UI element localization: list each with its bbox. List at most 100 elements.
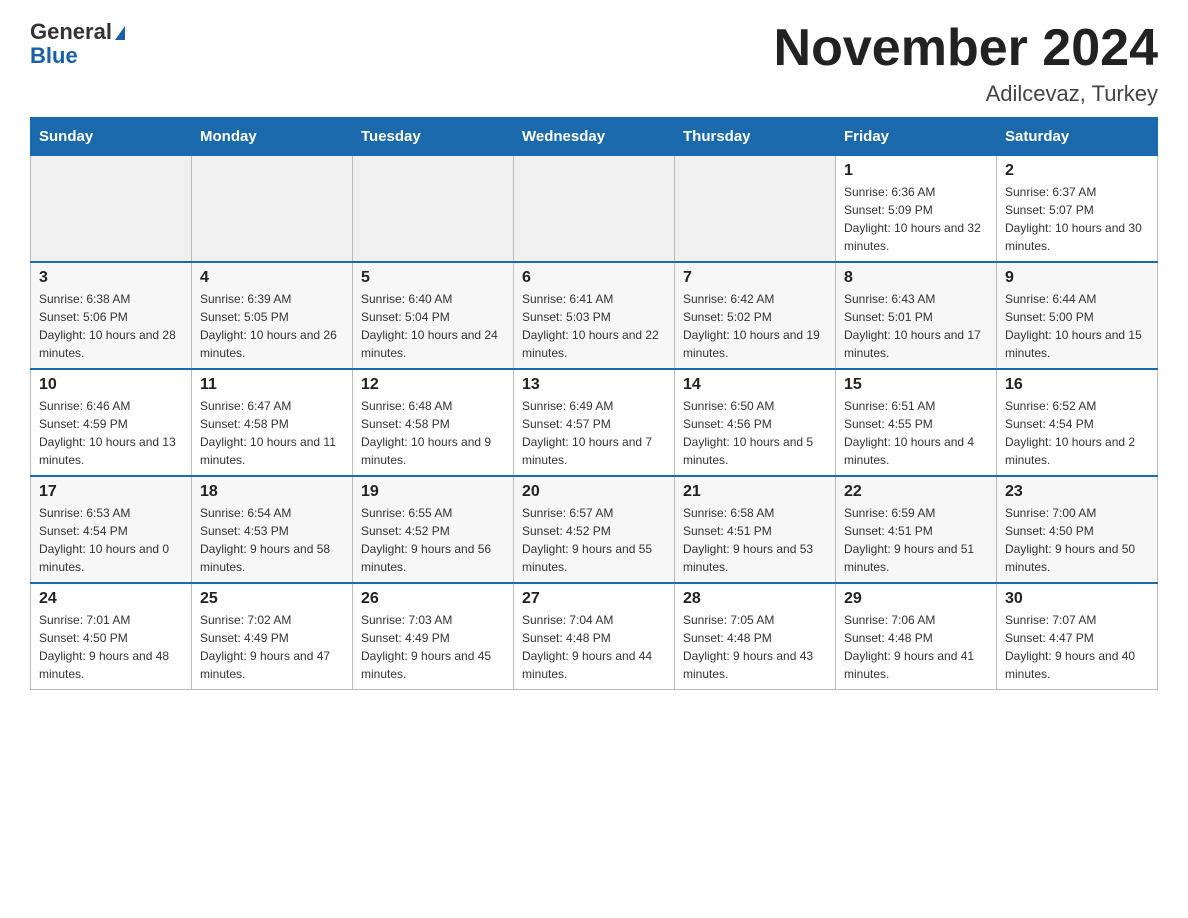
calendar-cell: 24 Sunrise: 7:01 AMSunset: 4:50 PMDayligh… — [31, 583, 192, 690]
day-info: Sunrise: 7:03 AMSunset: 4:49 PMDaylight:… — [361, 611, 505, 683]
page-header: General Blue November 2024 Adilcevaz, Tu… — [30, 20, 1158, 107]
day-info: Sunrise: 6:46 AMSunset: 4:59 PMDaylight:… — [39, 397, 183, 469]
day-info: Sunrise: 6:41 AMSunset: 5:03 PMDaylight:… — [522, 290, 666, 362]
calendar-cell: 6 Sunrise: 6:41 AMSunset: 5:03 PMDaylight… — [514, 262, 675, 369]
weekday-header-saturday: Saturday — [997, 118, 1158, 156]
calendar-cell: 27 Sunrise: 7:04 AMSunset: 4:48 PMDayligh… — [514, 583, 675, 690]
calendar-cell: 2Sunrise: 6:37 AMSunset: 5:07 PMDaylight… — [997, 156, 1158, 263]
day-info: Sunrise: 6:57 AMSunset: 4:52 PMDaylight:… — [522, 504, 666, 576]
logo-general-text: General — [30, 19, 112, 44]
calendar-cell — [353, 156, 514, 263]
calendar-cell: 16 Sunrise: 6:52 AMSunset: 4:54 PMDayligh… — [997, 369, 1158, 476]
calendar-cell: 20 Sunrise: 6:57 AMSunset: 4:52 PMDayligh… — [514, 476, 675, 583]
day-info: Sunrise: 6:59 AMSunset: 4:51 PMDaylight:… — [844, 504, 988, 576]
calendar-header-row: SundayMondayTuesdayWednesdayThursdayFrid… — [31, 118, 1158, 156]
calendar-week-row: 17 Sunrise: 6:53 AMSunset: 4:54 PMDayligh… — [31, 476, 1158, 583]
day-number: 9 — [1005, 269, 1149, 287]
calendar-cell: 7Sunrise: 6:42 AMSunset: 5:02 PMDaylight… — [675, 262, 836, 369]
day-number: 7 — [683, 269, 827, 287]
calendar-cell: 18 Sunrise: 6:54 AMSunset: 4:53 PMDayligh… — [192, 476, 353, 583]
location: Adilcevaz, Turkey — [774, 81, 1158, 107]
logo-blue-text: Blue — [30, 44, 125, 68]
day-info: Sunrise: 6:58 AMSunset: 4:51 PMDaylight:… — [683, 504, 827, 576]
calendar-cell: 21Sunrise: 6:58 AMSunset: 4:51 PMDayligh… — [675, 476, 836, 583]
month-title: November 2024 — [774, 20, 1158, 77]
day-info: Sunrise: 7:01 AMSunset: 4:50 PMDaylight:… — [39, 611, 183, 683]
calendar-cell: 8Sunrise: 6:43 AMSunset: 5:01 PMDaylight… — [836, 262, 997, 369]
calendar-cell — [31, 156, 192, 263]
day-info: Sunrise: 6:53 AMSunset: 4:54 PMDaylight:… — [39, 504, 183, 576]
calendar-cell: 4 Sunrise: 6:39 AMSunset: 5:05 PMDaylight… — [192, 262, 353, 369]
day-number: 24 — [39, 590, 183, 608]
day-info: Sunrise: 6:54 AMSunset: 4:53 PMDaylight:… — [200, 504, 344, 576]
day-number: 22 — [844, 483, 988, 501]
day-info: Sunrise: 6:48 AMSunset: 4:58 PMDaylight:… — [361, 397, 505, 469]
calendar-cell: 28Sunrise: 7:05 AMSunset: 4:48 PMDayligh… — [675, 583, 836, 690]
day-number: 23 — [1005, 483, 1149, 501]
day-number: 17 — [39, 483, 183, 501]
calendar-cell: 12 Sunrise: 6:48 AMSunset: 4:58 PMDayligh… — [353, 369, 514, 476]
day-info: Sunrise: 7:04 AMSunset: 4:48 PMDaylight:… — [522, 611, 666, 683]
day-info: Sunrise: 6:50 AMSunset: 4:56 PMDaylight:… — [683, 397, 827, 469]
calendar-cell — [675, 156, 836, 263]
calendar-cell: 3 Sunrise: 6:38 AMSunset: 5:06 PMDaylight… — [31, 262, 192, 369]
day-info: Sunrise: 6:44 AMSunset: 5:00 PMDaylight:… — [1005, 290, 1149, 362]
day-number: 5 — [361, 269, 505, 287]
day-number: 14 — [683, 376, 827, 394]
calendar-cell: 17 Sunrise: 6:53 AMSunset: 4:54 PMDayligh… — [31, 476, 192, 583]
weekday-header-wednesday: Wednesday — [514, 118, 675, 156]
day-info: Sunrise: 6:49 AMSunset: 4:57 PMDaylight:… — [522, 397, 666, 469]
day-number: 16 — [1005, 376, 1149, 394]
day-number: 13 — [522, 376, 666, 394]
day-info: Sunrise: 6:52 AMSunset: 4:54 PMDaylight:… — [1005, 397, 1149, 469]
calendar-cell: 10 Sunrise: 6:46 AMSunset: 4:59 PMDayligh… — [31, 369, 192, 476]
day-number: 4 — [200, 269, 344, 287]
calendar-cell: 30Sunrise: 7:07 AMSunset: 4:47 PMDayligh… — [997, 583, 1158, 690]
title-block: November 2024 Adilcevaz, Turkey — [774, 20, 1158, 107]
calendar-cell: 1Sunrise: 6:36 AMSunset: 5:09 PMDaylight… — [836, 156, 997, 263]
day-info: Sunrise: 6:51 AMSunset: 4:55 PMDaylight:… — [844, 397, 988, 469]
calendar-cell: 5 Sunrise: 6:40 AMSunset: 5:04 PMDaylight… — [353, 262, 514, 369]
day-number: 10 — [39, 376, 183, 394]
calendar-cell — [514, 156, 675, 263]
weekday-header-sunday: Sunday — [31, 118, 192, 156]
calendar-cell: 26Sunrise: 7:03 AMSunset: 4:49 PMDayligh… — [353, 583, 514, 690]
calendar-cell: 19 Sunrise: 6:55 AMSunset: 4:52 PMDayligh… — [353, 476, 514, 583]
day-number: 2 — [1005, 162, 1149, 180]
calendar-cell: 14 Sunrise: 6:50 AMSunset: 4:56 PMDayligh… — [675, 369, 836, 476]
calendar-week-row: 10 Sunrise: 6:46 AMSunset: 4:59 PMDayligh… — [31, 369, 1158, 476]
day-number: 6 — [522, 269, 666, 287]
day-info: Sunrise: 6:55 AMSunset: 4:52 PMDaylight:… — [361, 504, 505, 576]
calendar-cell: 9 Sunrise: 6:44 AMSunset: 5:00 PMDaylight… — [997, 262, 1158, 369]
day-info: Sunrise: 6:38 AMSunset: 5:06 PMDaylight:… — [39, 290, 183, 362]
day-info: Sunrise: 6:47 AMSunset: 4:58 PMDaylight:… — [200, 397, 344, 469]
calendar-table: SundayMondayTuesdayWednesdayThursdayFrid… — [30, 117, 1158, 690]
day-number: 1 — [844, 162, 988, 180]
day-number: 27 — [522, 590, 666, 608]
day-number: 28 — [683, 590, 827, 608]
weekday-header-friday: Friday — [836, 118, 997, 156]
day-number: 18 — [200, 483, 344, 501]
day-number: 11 — [200, 376, 344, 394]
day-info: Sunrise: 6:39 AMSunset: 5:05 PMDaylight:… — [200, 290, 344, 362]
day-info: Sunrise: 7:02 AMSunset: 4:49 PMDaylight:… — [200, 611, 344, 683]
weekday-header-tuesday: Tuesday — [353, 118, 514, 156]
calendar-cell: 25Sunrise: 7:02 AMSunset: 4:49 PMDayligh… — [192, 583, 353, 690]
calendar-cell: 22 Sunrise: 6:59 AMSunset: 4:51 PMDayligh… — [836, 476, 997, 583]
day-number: 19 — [361, 483, 505, 501]
calendar-cell: 13 Sunrise: 6:49 AMSunset: 4:57 PMDayligh… — [514, 369, 675, 476]
day-number: 15 — [844, 376, 988, 394]
day-number: 12 — [361, 376, 505, 394]
calendar-week-row: 24 Sunrise: 7:01 AMSunset: 4:50 PMDayligh… — [31, 583, 1158, 690]
day-number: 3 — [39, 269, 183, 287]
day-info: Sunrise: 6:43 AMSunset: 5:01 PMDaylight:… — [844, 290, 988, 362]
calendar-week-row: 1Sunrise: 6:36 AMSunset: 5:09 PMDaylight… — [31, 156, 1158, 263]
logo: General Blue — [30, 20, 125, 68]
day-number: 20 — [522, 483, 666, 501]
calendar-cell: 15 Sunrise: 6:51 AMSunset: 4:55 PMDayligh… — [836, 369, 997, 476]
calendar-cell — [192, 156, 353, 263]
day-info: Sunrise: 7:06 AMSunset: 4:48 PMDaylight:… — [844, 611, 988, 683]
logo-triangle-icon — [115, 26, 125, 40]
day-number: 29 — [844, 590, 988, 608]
day-info: Sunrise: 6:40 AMSunset: 5:04 PMDaylight:… — [361, 290, 505, 362]
